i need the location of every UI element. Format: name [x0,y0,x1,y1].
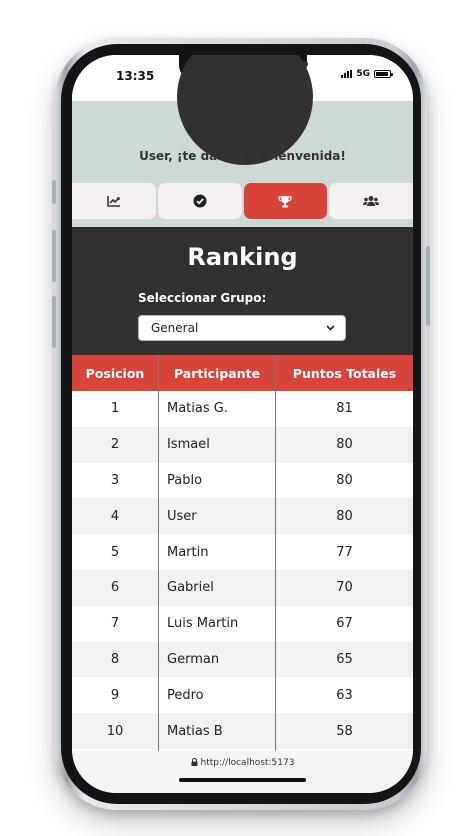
cell-points: 80 [275,426,413,463]
phone-screen: 13:35 5G User, ¡te damos la bienvenida! [72,55,413,793]
volume-up-button [52,230,56,282]
url-text: http://localhost:5173 [200,758,295,768]
tab-ranking[interactable] [243,183,328,219]
table-row: 4 User 80 [72,498,413,535]
cell-position: 8 [72,641,159,678]
group-select[interactable]: General [138,315,346,341]
signal-icon [341,70,353,78]
chevron-down-icon [326,325,335,331]
cell-points: 67 [275,605,413,642]
cell-position: 1 [72,391,159,427]
cell-participant: Ismael [158,426,276,463]
browser-url-bar[interactable]: http://localhost:5173 [72,751,413,793]
lock-icon [191,757,198,766]
ranking-table-container: Posicion Participante Puntos Totales 1 M… [72,355,413,751]
cell-participant: Gabriel [158,569,276,606]
cell-participant: User [158,498,276,535]
table-row: 2 Ismael 80 [72,426,413,463]
status-time: 13:35 [116,69,155,83]
table-row: 3 Pablo 80 [72,462,413,499]
cell-points: 58 [275,713,413,749]
nav-tabs [72,175,413,227]
group-select-label: Seleccionar Grupo: [138,291,267,305]
home-indicator[interactable] [179,778,306,782]
column-header-participant: Participante [158,355,276,391]
cell-points: 81 [275,391,413,427]
cell-position: 10 [72,713,159,749]
table-row: 6 Gabriel 70 [72,569,413,606]
cell-participant: Luis Martin [158,605,276,642]
page-title: Ranking [187,243,298,271]
cell-participant: Matias G. [158,391,276,427]
network-label: 5G [356,69,370,79]
cell-points: 63 [275,677,413,714]
cell-position: 9 [72,677,159,714]
ranking-panel: Ranking Seleccionar Grupo: General [72,227,413,355]
power-button [426,246,430,326]
table-row: 5 Martin 77 [72,534,413,570]
cell-participant: Pablo [158,462,276,499]
cell-points: 80 [275,462,413,499]
cell-position: 6 [72,569,159,606]
cell-position: 5 [72,534,159,570]
cell-participant: Martin [158,534,276,570]
url-display: http://localhost:5173 [72,757,413,768]
cell-position: 7 [72,605,159,642]
tab-groups[interactable] [329,183,413,219]
app-header: User, ¡te damos la bienvenida! [72,55,413,221]
cell-participant: Matias B [158,713,276,749]
cell-points: 80 [275,498,413,535]
cell-points: 70 [275,569,413,606]
table-header-row: Posicion Participante Puntos Totales [72,355,413,391]
column-header-points: Puntos Totales [275,355,413,391]
cell-participant: Pedro [158,677,276,714]
column-header-position: Posicion [72,355,159,391]
table-row: 1 Matias G. 81 [72,391,413,427]
trophy-icon [278,195,292,207]
check-circle-icon [193,194,207,208]
tab-predictions[interactable] [157,183,242,219]
cell-points: 65 [275,641,413,678]
table-row: 9 Pedro 63 [72,677,413,714]
action-button [52,180,56,204]
welcome-message: User, ¡te damos la bienvenida! [139,149,346,163]
group-select-value: General [151,321,199,335]
cell-position: 4 [72,498,159,535]
table-row: 10 Matias B 58 [72,713,413,749]
cell-participant: German [158,641,276,678]
cell-points: 77 [275,534,413,570]
volume-down-button [52,296,56,348]
battery-icon [374,70,393,78]
table-row: 7 Luis Martin 67 [72,605,413,642]
users-icon [363,196,380,206]
chart-icon [107,196,120,207]
cell-position: 3 [72,462,159,499]
ranking-table: Posicion Participante Puntos Totales 1 M… [72,355,413,751]
table-row: 8 German 65 [72,641,413,678]
tab-stats[interactable] [72,183,156,219]
status-indicators: 5G [341,69,393,79]
cell-position: 2 [72,426,159,463]
